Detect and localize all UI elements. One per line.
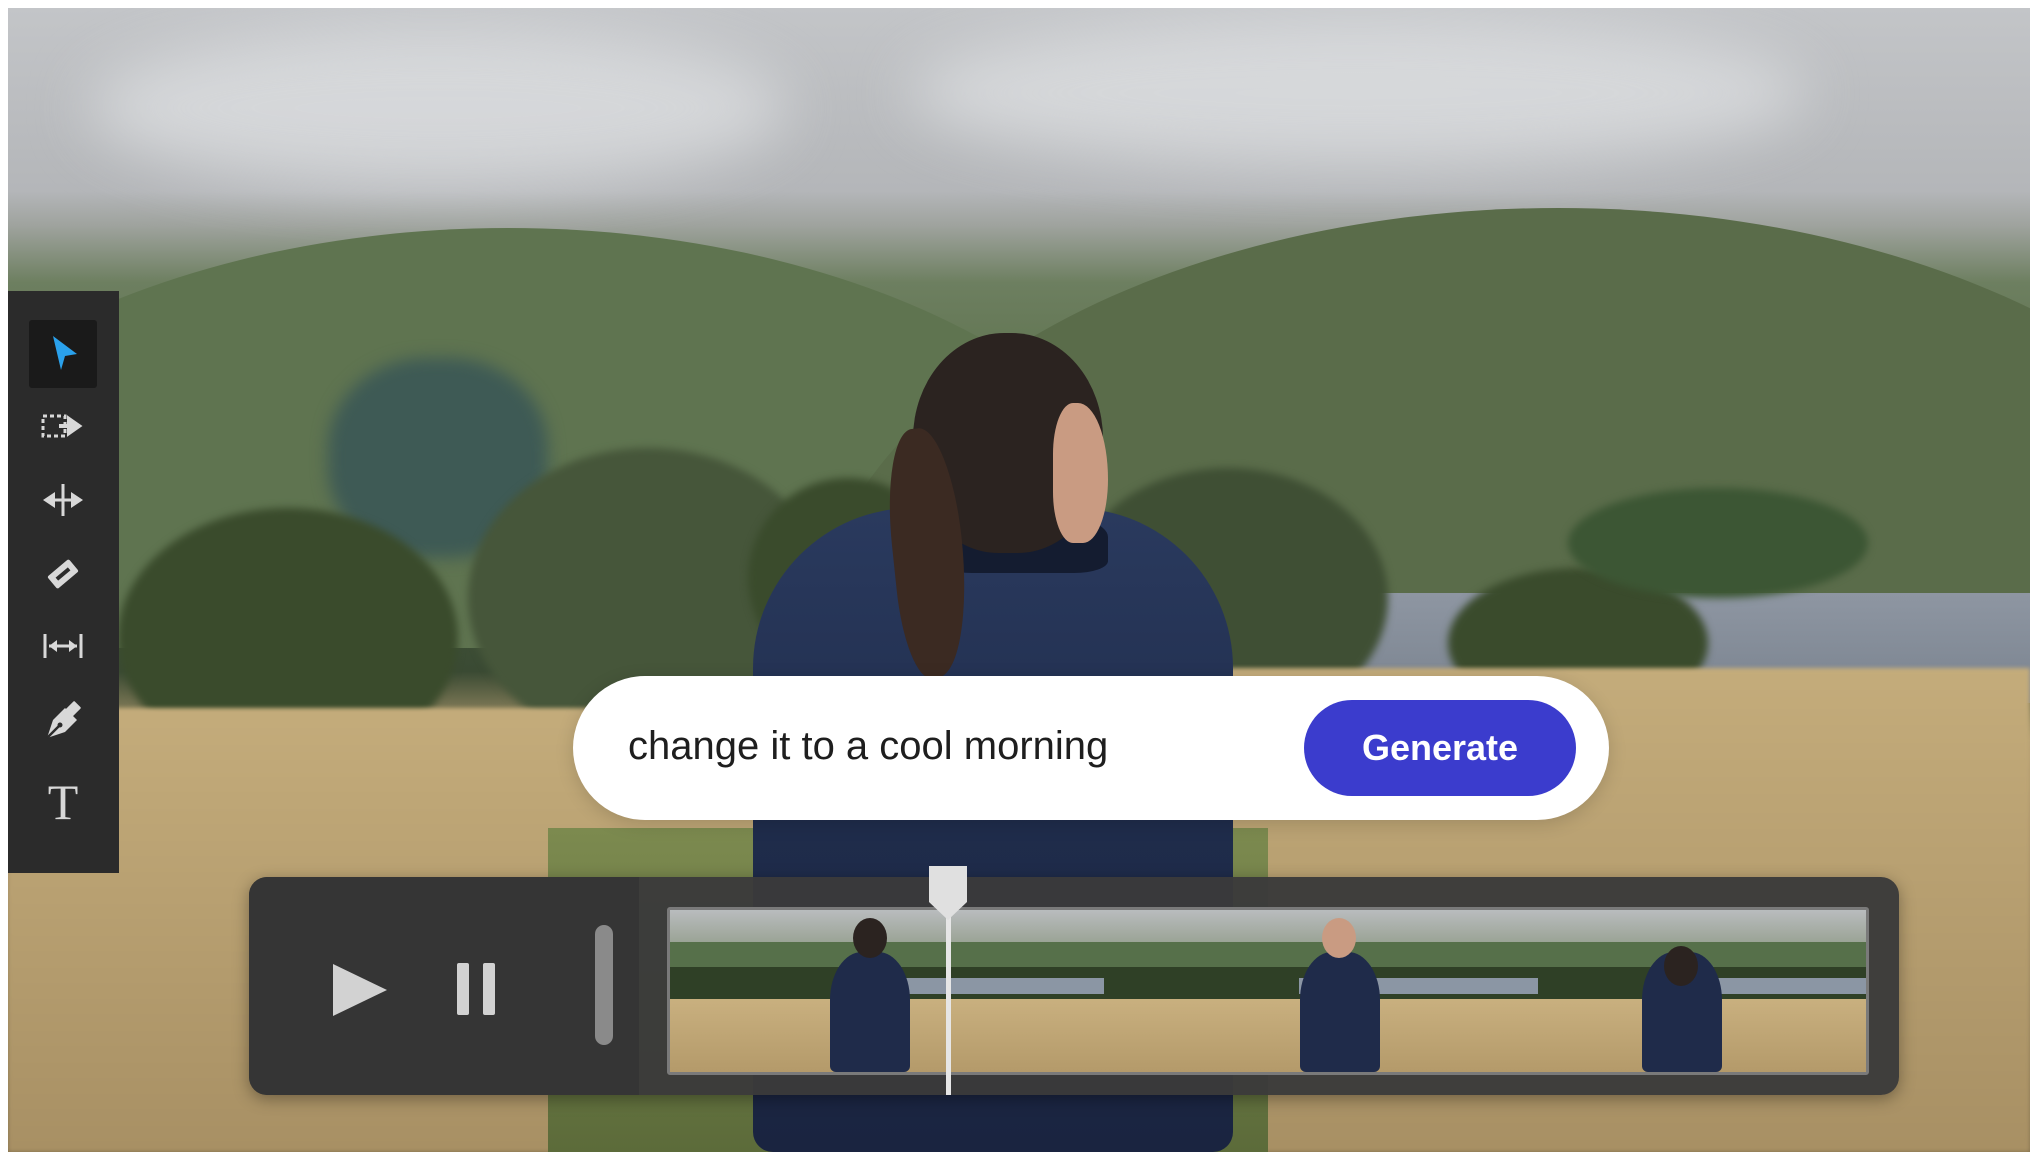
prompt-input[interactable]: change it to a cool morning [628,676,1108,820]
pause-icon[interactable] [457,963,497,1015]
type-tool[interactable]: T [29,768,97,836]
pause-bar [483,963,495,1015]
thumb-person-head [853,918,887,958]
thumb-person-head [1664,946,1698,986]
pen-icon [46,701,81,739]
track-select-forward-tool[interactable] [29,392,97,460]
thumb-person [1300,952,1380,1072]
type-icon: T [47,774,79,830]
generative-prompt-bar: change it to a cool morning Generate [573,676,1609,820]
cloud [88,28,788,188]
clip-thumbnail[interactable] [670,910,1104,1072]
playback-controls [249,877,639,1095]
tools-panel: T [8,291,119,873]
tree [1568,488,1868,598]
ripple-edit-icon [43,484,83,516]
razor-icon [47,559,79,589]
play-icon[interactable] [329,962,389,1018]
clip-thumbnail[interactable] [1104,910,1538,1072]
selection-tool[interactable] [29,320,97,388]
generate-button[interactable]: Generate [1304,700,1576,796]
selection-arrow-icon [53,336,77,370]
thumb-person [830,952,910,1072]
ripple-edit-tool[interactable] [29,466,97,534]
cloud [908,18,1808,168]
timeline-panel [249,866,1899,1095]
clip-filmstrip[interactable] [667,907,1869,1075]
slip-icon [43,634,83,658]
thumb-person-head [1322,918,1356,958]
pause-bar [457,963,469,1015]
panel-resize-handle[interactable] [595,925,613,1045]
playhead-line[interactable] [946,917,951,1095]
pen-tool[interactable] [29,686,97,754]
razor-tool[interactable] [29,540,97,608]
playhead-handle[interactable] [927,864,969,922]
clip-thumbnail[interactable] [1538,910,1866,1072]
slip-tool[interactable] [29,612,97,680]
track-select-forward-icon [41,414,83,438]
